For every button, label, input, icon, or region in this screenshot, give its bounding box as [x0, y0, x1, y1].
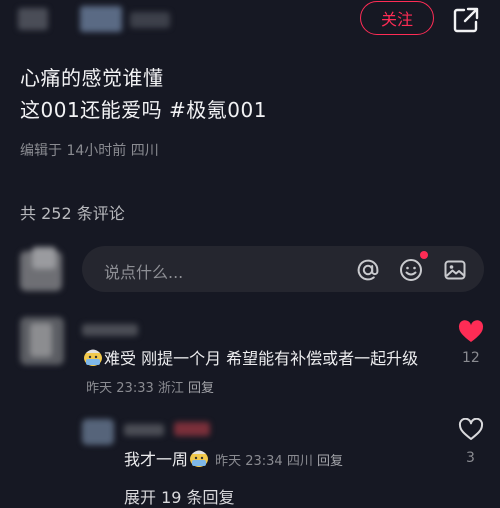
reply-text: 我才一周 — [124, 450, 189, 469]
replier-name-blurred[interactable] — [124, 420, 214, 438]
comment-time: 昨天 23:33 — [86, 381, 154, 396]
hashtag-link[interactable]: #极氪001 — [169, 98, 267, 122]
comment-reply-button[interactable]: 回复 — [188, 381, 214, 396]
reply-location: 四川 — [286, 454, 313, 469]
reply-reply-button[interactable]: 回复 — [317, 454, 343, 469]
reply-like-count: 3 — [466, 450, 475, 466]
heart-filled-icon[interactable] — [458, 320, 484, 344]
comment-location: 浙江 — [157, 381, 184, 396]
emoji-icon[interactable] — [399, 258, 423, 282]
heart-outline-icon[interactable] — [458, 418, 484, 442]
comment-like-count: 12 — [462, 350, 480, 366]
post-author-blurred[interactable] — [18, 6, 170, 32]
follow-button[interactable]: 关注 — [360, 1, 434, 35]
post-text-line1: 心痛的感觉谁懂 — [20, 66, 164, 90]
emoji-notification-dot — [420, 251, 428, 259]
reply-time: 昨天 23:34 — [215, 454, 283, 469]
crying-face-icon — [84, 349, 102, 366]
my-avatar — [18, 247, 64, 293]
comment-count: 共 252 条评论 — [20, 204, 125, 223]
crying-face-icon — [190, 450, 209, 467]
commenter-name-blurred[interactable] — [82, 322, 138, 336]
comment-input-placeholder: 说点什么... — [104, 263, 184, 282]
share-icon[interactable] — [452, 6, 480, 34]
commenter-avatar[interactable] — [20, 317, 64, 365]
expand-replies-button[interactable]: 展开 19 条回复 — [124, 484, 235, 508]
at-mention-icon[interactable] — [356, 258, 380, 282]
comment-meta: 昨天 23:33 浙江 回复 — [82, 381, 214, 396]
image-icon[interactable] — [443, 258, 467, 282]
reply-meta: 昨天 23:34 四川 回复 — [215, 454, 343, 469]
comment-body: 难受 刚提一个月 希望能有补偿或者一起升级 昨天 23:33 浙江 回复 — [82, 345, 432, 403]
comment-text: 难受 刚提一个月 希望能有补偿或者一起升级 — [104, 349, 419, 368]
post-edit-meta: 编辑于 14小时前 四川 — [20, 143, 159, 159]
replier-avatar[interactable] — [82, 417, 114, 445]
post-text-line2: 这001还能爱吗 #极氪001 — [20, 94, 267, 123]
reply-body: 我才一周 昨天 23:34 四川 回复 — [124, 446, 343, 470]
post-text: 这001还能爱吗 — [20, 98, 170, 122]
